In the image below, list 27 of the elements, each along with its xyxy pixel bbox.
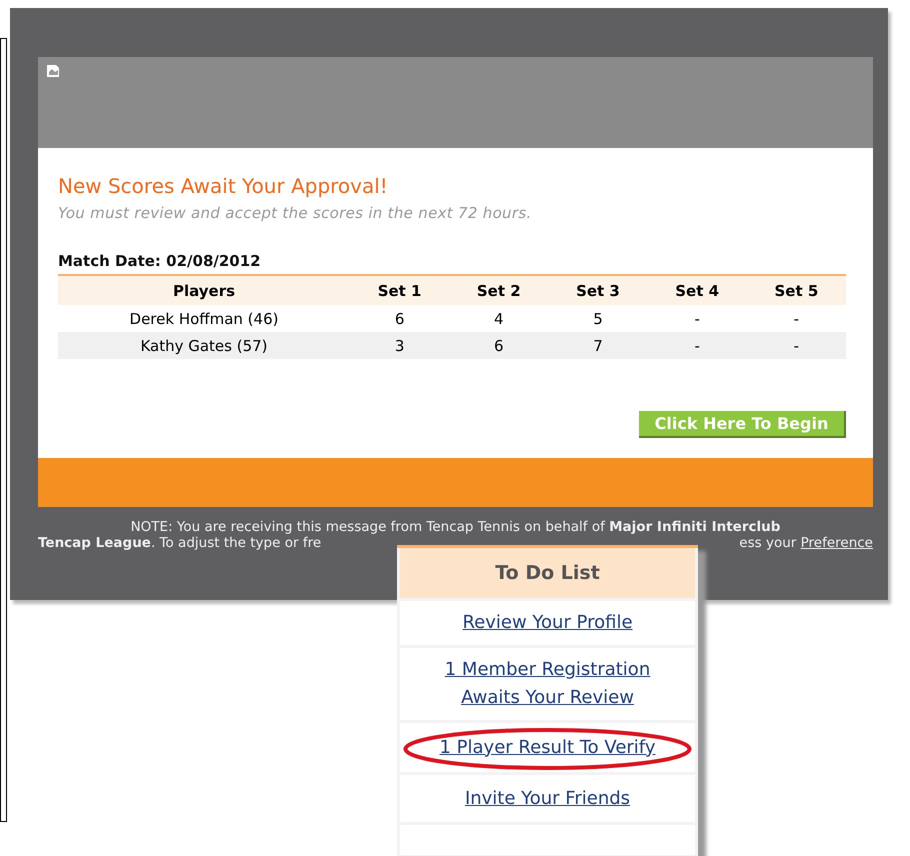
column-header: Set 4 — [648, 275, 747, 305]
table-cell: 6 — [449, 332, 548, 359]
broken-image-icon — [46, 64, 60, 78]
note-text: Tencap League. To adjust the type or fre — [38, 535, 322, 551]
preference-link[interactable]: Preference — [800, 535, 873, 551]
column-header: Set 3 — [548, 275, 648, 305]
table-cell: - — [746, 305, 846, 332]
match-date: Match Date: 02/08/2012 — [58, 252, 262, 270]
table-cell: - — [648, 332, 747, 359]
subtitle: You must review and accept the scores in the next 72 hours. — [58, 204, 533, 222]
table-cell: 7 — [548, 332, 648, 359]
column-header: Set 2 — [449, 275, 548, 305]
table-cell: 5 — [548, 305, 648, 332]
title: New Scores Await Your Approval! — [58, 174, 389, 198]
table-cell: 4 — [449, 305, 548, 332]
table-cell: Kathy Gates (57) — [58, 332, 350, 359]
table-cell: - — [746, 332, 846, 359]
note-text: ess your — [739, 535, 796, 551]
table-cell: - — [648, 305, 747, 332]
todo-header: To Do List — [400, 548, 695, 598]
note-text: NOTE: You are receiving this message from Tencap Tennis on behalf of Major Infiniti Interclub — [130, 519, 780, 535]
column-header: Players — [58, 275, 350, 305]
column-header: Set 5 — [746, 275, 846, 305]
table-cell: Derek Hoffman (46) — [58, 305, 350, 332]
table-cell: 6 — [350, 305, 450, 332]
column-header: Set 1 — [350, 275, 450, 305]
table-cell: 3 — [350, 332, 450, 359]
